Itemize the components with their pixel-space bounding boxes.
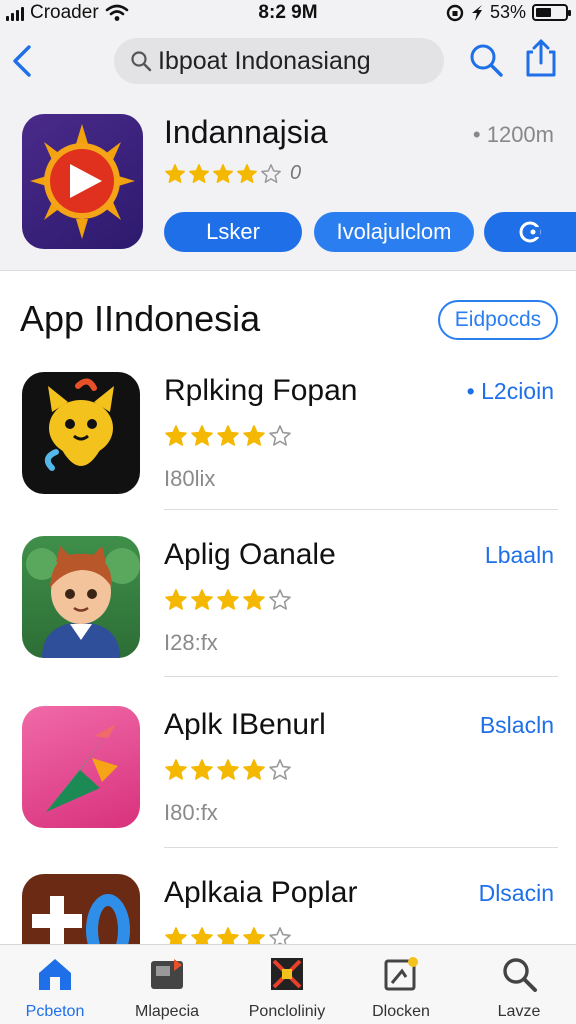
featured-more-button[interactable] [484, 212, 576, 252]
star-filled-icon [237, 163, 257, 183]
featured-secondary-button[interactable]: Ivolajulclom [314, 212, 474, 252]
list-item[interactable]: Aplk IBenurl Bslacln I80:fx [0, 706, 576, 874]
star-empty-icon [269, 589, 291, 610]
app-size: I80:fx [164, 800, 218, 825]
search-icon [503, 958, 537, 992]
app-action-button[interactable]: Bslacln [480, 712, 554, 739]
star-filled-icon [191, 589, 213, 610]
star-filled-icon [165, 759, 187, 780]
star-filled-icon [243, 425, 265, 446]
home-icon [39, 959, 71, 990]
search-bar[interactable] [114, 38, 444, 84]
tab-games[interactable]: Poncloliniy [232, 955, 342, 1021]
app-name[interactable]: Aplig Oanale [164, 538, 336, 572]
apps-icon [151, 959, 183, 989]
tab-updates[interactable]: Dlocken [346, 955, 456, 1021]
tab-label: Lavze [497, 1003, 541, 1020]
list-item[interactable]: Rplking Fopan • L2cioin I80lix [0, 372, 576, 540]
star-filled-icon [243, 589, 265, 610]
divider [164, 847, 558, 848]
featured-rating: 0 [164, 162, 301, 185]
star-rating [164, 758, 292, 782]
app-name[interactable]: Aplk IBenurl [164, 708, 326, 742]
star-filled-icon [165, 425, 187, 446]
app-name[interactable]: Rplking Fopan [164, 374, 357, 408]
featured-app-title[interactable]: Indannajsia [164, 114, 328, 151]
tab-label: Dlocken [372, 1003, 430, 1020]
star-filled-icon [165, 163, 185, 183]
battery-icon [532, 4, 571, 21]
tab-home[interactable]: Pcbeton [0, 955, 110, 1021]
star-empty-icon [269, 759, 291, 780]
star-filled-icon [213, 163, 233, 183]
star-filled-icon [191, 425, 213, 446]
battery-percent: 53% [489, 2, 526, 22]
updates-icon [384, 957, 418, 991]
refresh-icon [519, 221, 541, 243]
app-name[interactable]: Aplkaia Poplar [164, 876, 357, 910]
status-bar: Croader 8:2 9M 53% [0, 0, 576, 26]
divider [164, 509, 558, 510]
app-action-button[interactable]: • L2cioin [467, 378, 554, 405]
star-filled-icon [217, 425, 239, 446]
tab-search[interactable]: Lavze [464, 955, 574, 1021]
back-button[interactable] [10, 44, 34, 78]
star-filled-icon [165, 589, 187, 610]
star-filled-icon [217, 759, 239, 780]
see-all-button[interactable]: Eidpocds [438, 300, 558, 340]
star-empty-icon [269, 425, 291, 446]
games-icon [271, 958, 303, 990]
star-empty-icon [261, 163, 281, 183]
search-icon[interactable] [468, 42, 504, 78]
app-icon-boy[interactable] [22, 536, 140, 658]
star-filled-icon [217, 589, 239, 610]
divider [164, 676, 558, 677]
app-size: I80lix [164, 466, 216, 491]
tab-label: Poncloliniy [248, 1003, 326, 1020]
star-filled-icon [243, 759, 265, 780]
share-icon[interactable] [524, 38, 558, 78]
rating-count: 0 [290, 162, 302, 184]
star-rating [164, 588, 292, 612]
featured-primary-button[interactable]: Lsker [164, 212, 302, 252]
star-filled-icon [189, 163, 209, 183]
location-icon [471, 4, 482, 21]
app-action-button[interactable]: Lbaaln [485, 542, 554, 569]
lock-rotation-icon [446, 4, 464, 21]
search-input[interactable] [158, 46, 438, 76]
app-size: I28:fx [164, 630, 218, 655]
star-rating [164, 163, 282, 185]
app-action-button[interactable]: Dlsacin [479, 880, 554, 907]
header: Indannajsia • 1200m 0 Lsker Ivolajulclom [0, 26, 576, 271]
tab-apps[interactable]: Mlapecia [112, 955, 222, 1021]
app-icon-arrow[interactable] [22, 706, 140, 828]
featured-app-icon[interactable] [22, 114, 143, 249]
app-icon-cat[interactable] [22, 372, 140, 494]
tab-label: Mlapecia [134, 1003, 200, 1020]
list-item[interactable]: Aplig Oanale Lbaaln I28:fx [0, 536, 576, 704]
tab-bar: Pcbeton Mlapecia Poncloliniy Dlocken Lav… [0, 944, 576, 1024]
section-title: App IIndonesia [20, 298, 261, 339]
search-field-icon [131, 51, 152, 72]
star-filled-icon [191, 759, 213, 780]
featured-app-meta: • 1200m [472, 122, 554, 147]
tab-label: Pcbeton [25, 1003, 85, 1020]
star-rating [164, 424, 292, 448]
